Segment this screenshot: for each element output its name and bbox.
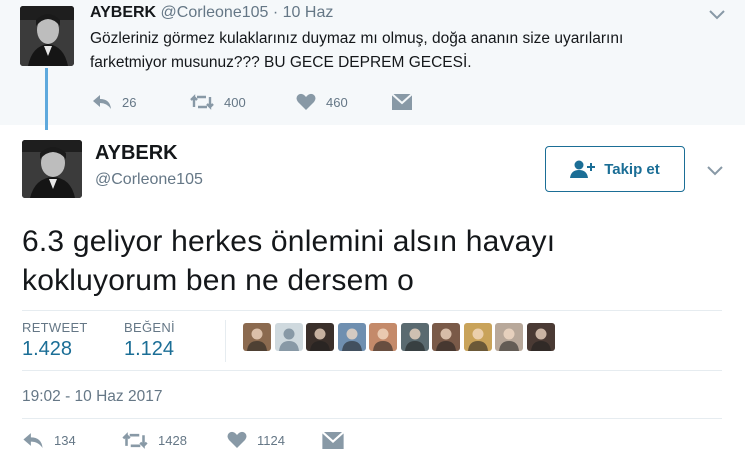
parent-tweet-header: AYBERK @Corleone105 · 10 Haz — [90, 4, 333, 22]
liker-avatars — [243, 323, 558, 351]
main-author-name[interactable]: AYBERK — [95, 142, 178, 165]
parent-tweet-text-line: Gözleriniz görmez kulaklarınız duymaz mı… — [90, 30, 624, 47]
parent-tweet-text: Gözleriniz görmez kulaklarınız duymaz mı… — [90, 27, 700, 75]
main-author-handle[interactable]: @Corleone105 — [95, 171, 203, 189]
heart-icon — [296, 93, 316, 110]
like-stat-value[interactable]: 1.124 — [124, 338, 174, 361]
main-author-avatar[interactable] — [22, 140, 82, 198]
main-tweet-text: 6.3 geliyor herkes önlemini alsın havayı… — [22, 222, 712, 300]
default-user-icon[interactable] — [274, 323, 303, 351]
parent-author-name[interactable]: AYBERK — [90, 4, 156, 21]
like-stat-label[interactable]: BEĞENİ — [124, 320, 175, 335]
parent-author-avatar[interactable] — [20, 6, 74, 66]
liker-avatar[interactable] — [369, 323, 397, 351]
like-button[interactable]: 460 — [296, 92, 348, 112]
reply-button[interactable]: 134 — [22, 430, 76, 450]
liker-avatar[interactable] — [306, 323, 334, 351]
reply-count: 134 — [54, 432, 76, 448]
like-count: 460 — [326, 94, 348, 110]
heart-icon — [227, 431, 247, 448]
thread-line — [45, 68, 48, 130]
main-tweet-text-line: 6.3 geliyor herkes önlemini alsın havayı — [22, 225, 556, 258]
direct-message-button[interactable] — [322, 430, 354, 450]
divider — [22, 370, 722, 371]
liker-avatar[interactable] — [495, 323, 523, 351]
like-button[interactable]: 1124 — [227, 430, 285, 450]
parent-author-handle[interactable]: @Corleone105 — [161, 4, 269, 21]
retweet-button[interactable]: 400 — [190, 92, 246, 112]
retweet-count: 1428 — [158, 432, 187, 448]
reply-button[interactable]: 26 — [92, 92, 136, 112]
retweet-count: 400 — [224, 94, 246, 110]
retweet-stat-label[interactable]: RETWEET — [22, 320, 88, 335]
divider — [22, 418, 722, 419]
tweet-timestamp[interactable]: 19:02 - 10 Haz 2017 — [22, 388, 162, 406]
reply-icon — [93, 95, 111, 109]
like-count: 1124 — [257, 432, 285, 448]
separator-dot: · — [272, 4, 279, 21]
main-tweet-text-line: kokluyorum ben ne dersem o — [22, 264, 415, 297]
envelope-icon — [322, 431, 344, 449]
reply-icon — [23, 432, 43, 448]
chevron-down-icon[interactable] — [708, 8, 726, 20]
parent-tweet[interactable]: AYBERK @Corleone105 · 10 Haz Gözleriniz … — [0, 0, 745, 125]
liker-avatar[interactable] — [432, 323, 460, 351]
follow-button[interactable]: Takip et — [545, 146, 685, 192]
divider — [22, 310, 722, 311]
liker-avatar[interactable] — [337, 323, 366, 351]
direct-message-button[interactable] — [392, 92, 422, 112]
retweet-button[interactable]: 1428 — [122, 430, 187, 450]
liker-avatar[interactable] — [526, 323, 555, 351]
liker-avatar[interactable] — [243, 323, 271, 351]
parent-tweet-text-line: farketmiyor musunuz??? BU GECE DEPREM GE… — [90, 54, 472, 71]
reply-count: 26 — [122, 94, 137, 110]
follow-button-label: Takip et — [604, 160, 660, 178]
retweet-stat-value[interactable]: 1.428 — [22, 338, 72, 361]
chevron-down-icon[interactable] — [706, 164, 724, 176]
retweet-icon — [190, 94, 214, 110]
liker-avatar[interactable] — [463, 323, 492, 351]
retweet-icon — [122, 431, 148, 449]
liker-avatar[interactable] — [400, 323, 429, 351]
follow-user-icon — [570, 160, 596, 178]
parent-tweet-time[interactable]: 10 Haz — [283, 4, 334, 21]
stat-separator — [225, 320, 226, 362]
envelope-icon — [392, 94, 412, 110]
